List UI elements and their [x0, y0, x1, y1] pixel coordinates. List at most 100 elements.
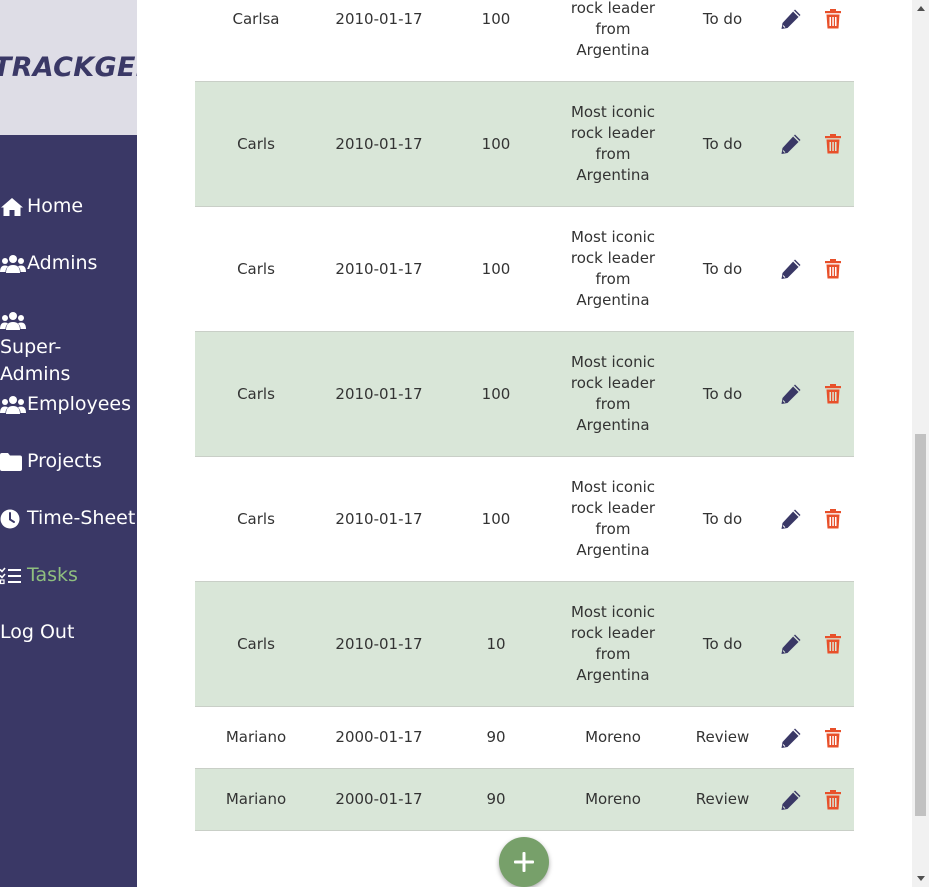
edit-button[interactable] — [779, 132, 803, 156]
sidebar-item-label: Time-Sheet — [27, 507, 136, 529]
task-date: 2010-01-17 — [335, 259, 423, 278]
pencil-icon — [781, 384, 801, 404]
page-scrollbar[interactable] — [912, 0, 929, 887]
delete-button[interactable] — [823, 788, 843, 812]
trash-icon — [825, 134, 841, 154]
task-description: Moreno — [585, 790, 641, 808]
task-status: To do — [702, 9, 743, 28]
task-value: 10 — [486, 634, 506, 653]
task-status: To do — [702, 509, 743, 528]
trash-icon — [825, 259, 841, 279]
app-logo: TRACKGENIX — [0, 52, 137, 83]
task-description: Most iconic rock leader from Argentina — [570, 0, 656, 59]
trash-icon — [825, 384, 841, 404]
clock-icon — [0, 505, 26, 532]
sidebar-item-label: Tasks — [27, 564, 78, 586]
sidebar-item-label: Admins — [27, 252, 98, 274]
edit-button[interactable] — [779, 788, 803, 812]
sidebar-item-super-admins[interactable]: Super-Admins — [0, 307, 120, 388]
users-icon — [0, 250, 26, 277]
sidebar-item-admins[interactable]: Admins — [0, 250, 97, 277]
task-description: Most iconic rock leader from Argentina — [570, 228, 656, 309]
task-name: Carls — [237, 634, 275, 653]
sidebar-item-time-sheet[interactable]: Time-Sheet — [0, 505, 135, 532]
sidebar-item-label: Log Out — [0, 621, 75, 643]
arrow-up-icon — [916, 6, 925, 11]
task-value: 100 — [481, 134, 511, 153]
delete-button[interactable] — [823, 7, 843, 31]
sidebar-item-label: Super-Admins — [0, 336, 71, 385]
pencil-icon — [781, 790, 801, 810]
delete-button[interactable] — [823, 726, 843, 750]
task-description: Most iconic rock leader from Argentina — [570, 103, 656, 184]
table-row: Carls 2010-01-17 100 Most iconic rock le… — [195, 457, 854, 582]
task-date: 2010-01-17 — [335, 509, 423, 528]
edit-button[interactable] — [779, 726, 803, 750]
folder-icon — [0, 448, 26, 475]
add-task-button[interactable] — [499, 837, 549, 887]
trash-icon — [825, 789, 841, 809]
scroll-down-arrow[interactable] — [912, 870, 929, 887]
sidebar-item-home[interactable]: Home — [0, 193, 83, 220]
pencil-icon — [781, 134, 801, 154]
table-row: Carls 2010-01-17 10 Most iconic rock lea… — [195, 582, 854, 707]
sidebar-item-label: Projects — [27, 450, 102, 472]
pencil-icon — [781, 9, 801, 29]
scrollbar-thumb[interactable] — [915, 434, 926, 816]
table-row: Mariano 2000-01-17 90 Moreno Review — [195, 707, 854, 769]
sidebar-item-label: Home — [27, 195, 84, 217]
edit-button[interactable] — [779, 7, 803, 31]
task-name: Carls — [237, 384, 275, 403]
task-date: 2010-01-17 — [335, 134, 423, 153]
sidebar-item-log-out[interactable]: Log Out — [0, 619, 74, 646]
delete-button[interactable] — [823, 132, 843, 156]
trash-icon — [825, 509, 841, 529]
task-description: Most iconic rock leader from Argentina — [570, 353, 656, 434]
table-row: Carls 2010-01-17 100 Most iconic rock le… — [195, 207, 854, 332]
table-row: Carls 2010-01-17 100 Most iconic rock le… — [195, 82, 854, 207]
delete-button[interactable] — [823, 632, 843, 656]
task-date: 2010-01-17 — [335, 634, 423, 653]
task-date: 2010-01-17 — [335, 384, 423, 403]
table-row: Carlsa 2010-01-17 100 Most iconic rock l… — [195, 0, 854, 82]
scroll-up-arrow[interactable] — [912, 0, 929, 17]
edit-button[interactable] — [779, 382, 803, 406]
sidebar-item-label: Employees — [27, 393, 131, 415]
sidebar-item-employees[interactable]: Employees — [0, 391, 131, 418]
table-row: Mariano 2000-01-17 90 Moreno Review — [195, 769, 854, 831]
task-status: Review — [695, 790, 750, 808]
sidebar-item-projects[interactable]: Projects — [0, 448, 102, 475]
task-description: Moreno — [585, 728, 641, 746]
edit-button[interactable] — [779, 632, 803, 656]
task-name: Carls — [237, 509, 275, 528]
arrow-down-icon — [916, 876, 925, 881]
pencil-icon — [781, 728, 801, 748]
edit-button[interactable] — [779, 507, 803, 531]
pencil-icon — [781, 259, 801, 279]
delete-button[interactable] — [823, 507, 843, 531]
task-name: Carlsa — [232, 9, 280, 28]
trash-icon — [825, 9, 841, 29]
task-date: 2000-01-17 — [335, 728, 423, 746]
pencil-icon — [781, 634, 801, 654]
users-icon — [0, 391, 26, 418]
sidebar-item-tasks[interactable]: Tasks — [0, 562, 78, 589]
task-date: 2000-01-17 — [335, 790, 423, 808]
task-name: Carls — [237, 259, 275, 278]
logo-area: TRACKGENIX — [0, 0, 137, 135]
task-description: Most iconic rock leader from Argentina — [570, 603, 656, 684]
delete-button[interactable] — [823, 382, 843, 406]
task-value: 90 — [486, 790, 506, 808]
delete-button[interactable] — [823, 257, 843, 281]
home-icon — [0, 193, 26, 220]
sidebar: TRACKGENIX Home Admins Super-Admins Empl… — [0, 0, 137, 887]
edit-button[interactable] — [779, 257, 803, 281]
task-status: To do — [702, 634, 743, 653]
task-value: 100 — [481, 9, 511, 28]
task-status: Review — [695, 728, 750, 746]
task-status: To do — [702, 384, 743, 403]
task-value: 100 — [481, 509, 511, 528]
task-status: To do — [702, 134, 743, 153]
tasks-table: Carlsa 2010-01-17 100 Most iconic rock l… — [195, 0, 854, 831]
users-icon — [0, 307, 26, 334]
